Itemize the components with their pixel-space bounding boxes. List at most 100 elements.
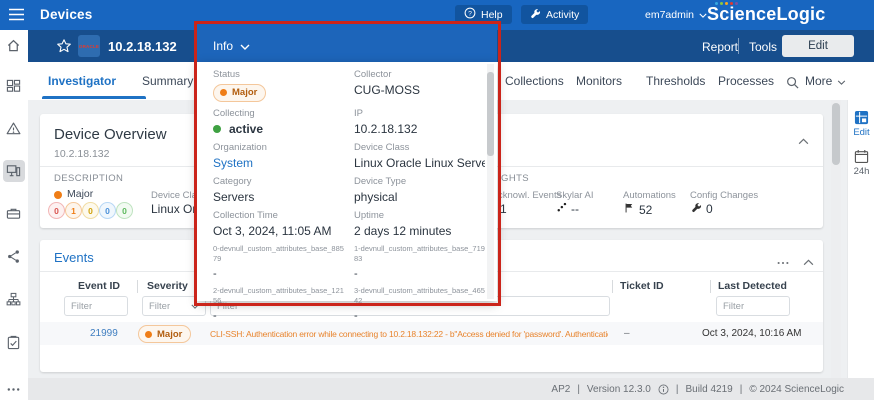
home-icon[interactable] [6, 38, 22, 54]
event-id-filter-input[interactable] [64, 296, 128, 316]
hierarchy-icon[interactable] [6, 292, 22, 308]
tab-collections[interactable]: Collections [505, 74, 564, 88]
severity-label: Major [67, 188, 93, 200]
field-device-class: Device Class Linux Oracle Linux Server r… [354, 142, 485, 170]
user-menu[interactable]: em7admin [645, 9, 707, 21]
count-healthy[interactable]: 0 [116, 202, 133, 219]
wrench-icon [691, 202, 702, 216]
top-app-bar: Devices ? Help Activity em7admin Science… [0, 0, 874, 30]
sciencelogic-app: Devices ? Help Activity em7admin Science… [0, 0, 874, 400]
organization-link[interactable]: System [213, 156, 354, 170]
help-button[interactable]: ? Help [455, 5, 512, 24]
chevron-down-icon [837, 74, 846, 88]
tab-processes[interactable]: Processes [718, 74, 774, 88]
severity-badge: Major [138, 325, 191, 343]
col-header-severity[interactable]: Severity [147, 280, 188, 292]
brand-logo: ScienceLogic [707, 4, 825, 25]
vertical-scrollbar-thumb[interactable] [832, 103, 840, 165]
insights-label-fragment: IGHTS [498, 173, 529, 184]
stat-value-skylar: -- [556, 202, 579, 216]
favorite-star-icon[interactable] [56, 38, 72, 59]
column-divider [710, 280, 711, 293]
field-category: Category Servers [213, 176, 354, 204]
column-divider [137, 280, 138, 293]
tab-monitors[interactable]: Monitors [576, 74, 622, 88]
event-message-link[interactable]: CLI-SSH: Authentication error while conn… [210, 329, 608, 339]
hamburger-menu-icon[interactable] [9, 8, 24, 26]
business-services-icon[interactable] [6, 206, 22, 222]
tabs-more-menu[interactable]: More [805, 74, 846, 88]
field-uptime: Uptime 2 days 12 minutes [354, 210, 485, 238]
col-header-ticket-id[interactable]: Ticket ID [620, 280, 664, 292]
device-header-bar: Info ORACLE 10.2.18.132 Report Tools Edi… [28, 30, 874, 62]
header-divider [738, 38, 739, 54]
activity-button[interactable]: Activity [521, 5, 588, 24]
field-collection-time: Collection Time Oct 3, 2024, 11:05 AM [213, 210, 354, 238]
tab-thresholds[interactable]: Thresholds [646, 74, 705, 88]
footer-build: Build 4219 [685, 384, 732, 395]
count-minor[interactable]: 0 [82, 202, 99, 219]
device-name: 10.2.18.132 [108, 39, 177, 54]
tab-investigator[interactable]: Investigator [48, 74, 116, 88]
tools-button[interactable]: Tools [749, 40, 777, 54]
card-subtitle: 10.2.18.132 [54, 148, 109, 160]
dashboards-icon[interactable] [6, 79, 22, 95]
dropdown-arrow-icon [191, 301, 199, 312]
count-major[interactable]: 1 [65, 202, 82, 219]
last-detected-filter-input[interactable] [716, 296, 790, 316]
ticket-id-value: – [624, 328, 630, 339]
field-status: Status Major [213, 69, 354, 102]
tickets-clipboard-icon[interactable] [6, 335, 22, 351]
description-label: DESCRIPTION [54, 173, 123, 184]
chevron-down-icon [240, 39, 250, 53]
more-options-icon[interactable] [6, 382, 22, 398]
devices-icon[interactable] [6, 163, 22, 179]
events-more-icon[interactable] [776, 254, 790, 272]
column-divider [612, 280, 613, 293]
report-button[interactable]: Report [702, 40, 738, 54]
info-dropdown-toggle[interactable]: Info [213, 39, 250, 53]
search-icon[interactable] [786, 76, 799, 94]
active-tab-underline [42, 96, 146, 99]
edit-button[interactable]: Edit [782, 35, 854, 57]
events-collapse-chevron-icon[interactable] [803, 253, 814, 271]
card-title: Device Overview [54, 126, 167, 143]
help-icon: ? [464, 7, 476, 22]
panel-scrollbar-thumb[interactable] [487, 72, 494, 156]
info-fields-grid: Status Major Collector CUG-MOSS Collecti… [213, 69, 485, 328]
field-collecting: Collecting active [213, 108, 354, 136]
severity-dot [54, 191, 62, 199]
count-notice[interactable]: 0 [99, 202, 116, 219]
footer-env: AP2 [551, 384, 570, 395]
field-organization: Organization System [213, 142, 354, 170]
maps-share-icon[interactable] [6, 249, 22, 265]
svg-text:?: ? [468, 11, 472, 18]
field-collector: Collector CUG-MOSS [354, 69, 485, 102]
rail-time-range-label[interactable]: 24h [848, 166, 874, 177]
wrench-icon [530, 8, 541, 22]
flag-icon [624, 202, 635, 217]
info-circle-icon[interactable] [658, 384, 669, 395]
status-badge: Major [213, 84, 266, 102]
footer-copyright: © 2024 ScienceLogic [749, 384, 844, 395]
events-title[interactable]: Events [54, 250, 94, 265]
info-dropdown-header[interactable]: Info [197, 30, 497, 62]
footer-separator: | [676, 384, 679, 395]
right-tool-rail: Edit 24h [847, 100, 874, 378]
skylar-ai-icon [556, 202, 567, 216]
count-critical[interactable]: 0 [48, 202, 65, 219]
field-custom-attribute-2: 2-devnull_custom_attributes_base_12156 - [213, 286, 354, 322]
footer-separator: | [577, 384, 580, 395]
stat-label-unacknowl-events: cknowl. Events [498, 190, 561, 201]
rail-edit-label[interactable]: Edit [848, 127, 874, 138]
stat-value-automations: 52 [624, 202, 652, 217]
event-id-link[interactable]: 21999 [90, 328, 118, 339]
tab-summary[interactable]: Summary [142, 74, 193, 88]
col-header-last-detected[interactable]: Last Detected [718, 280, 787, 292]
events-warning-icon[interactable] [6, 121, 22, 137]
collapse-chevron-icon[interactable] [798, 132, 809, 150]
col-header-event-id[interactable]: Event ID [78, 280, 120, 292]
field-ip: IP 10.2.18.132 [354, 108, 485, 136]
stat-value-config-changes: 0 [691, 202, 713, 216]
field-custom-attribute-1: 1-devnull_custom_attributes_base_71983 - [354, 244, 485, 280]
